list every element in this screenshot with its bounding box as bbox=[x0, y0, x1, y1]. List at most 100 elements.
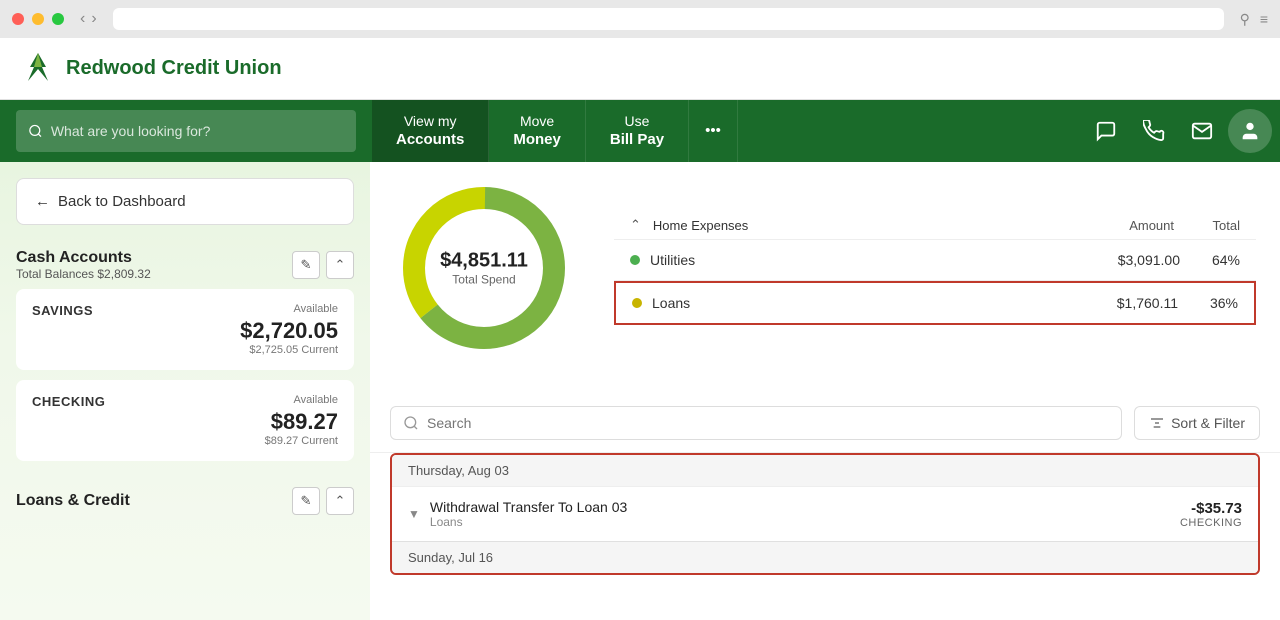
utilities-category: Utilities bbox=[650, 252, 1060, 268]
collapse-loans-btn[interactable]: ⌃ bbox=[326, 487, 354, 515]
transaction-date-1: Thursday, Aug 03 bbox=[392, 455, 1258, 486]
transaction-account-1: CHECKING bbox=[1180, 517, 1242, 529]
checking-available: Available bbox=[294, 394, 338, 406]
nav-items: View my Accounts Move Money Use Bill Pay… bbox=[372, 100, 1084, 162]
donut-amount: $4,851.11 bbox=[440, 250, 528, 273]
edit-accounts-btn[interactable]: ✎ bbox=[292, 251, 320, 279]
titlebar-icons: ⚲ ≡ bbox=[1240, 11, 1268, 28]
nav-more[interactable]: ••• bbox=[689, 100, 738, 162]
loans-dot bbox=[632, 298, 642, 308]
content-area: $4,851.11 Total Spend ⌃ Home Expenses Am… bbox=[370, 162, 1280, 620]
checking-type: CHECKING bbox=[32, 394, 105, 409]
sort-filter-label: Sort & Filter bbox=[1171, 415, 1245, 431]
search-filter-bar: Sort & Filter bbox=[370, 394, 1280, 453]
email-icon bbox=[1191, 120, 1213, 142]
back-arrow-icon: ← bbox=[35, 193, 50, 210]
transaction-date-2: Sunday, Jul 16 bbox=[392, 541, 1258, 573]
savings-current: $2,725.05 Current bbox=[240, 344, 338, 356]
phone-icon bbox=[1143, 120, 1165, 142]
chart-section: $4,851.11 Total Spend ⌃ Home Expenses Am… bbox=[370, 162, 1280, 374]
email-icon-btn[interactable] bbox=[1180, 109, 1224, 153]
transaction-amount-1: -$35.73 bbox=[1180, 500, 1242, 517]
checking-amounts-row: $89.27 $89.27 Current bbox=[32, 409, 338, 447]
checking-current: $89.27 Current bbox=[265, 435, 338, 447]
maximize-btn[interactable] bbox=[52, 13, 64, 25]
checking-row: CHECKING Available bbox=[32, 394, 338, 409]
savings-row: SAVINGS Available bbox=[32, 303, 338, 318]
profile-icon-btn[interactable] bbox=[1228, 109, 1272, 153]
nav-bill-pay[interactable]: Use Bill Pay bbox=[586, 100, 689, 162]
expand-icon[interactable]: ▼ bbox=[408, 507, 420, 521]
checking-card[interactable]: CHECKING Available $89.27 $89.27 Current bbox=[16, 380, 354, 461]
savings-available: Available bbox=[294, 303, 338, 315]
utilities-row: Utilities $3,091.00 64% bbox=[614, 240, 1256, 281]
menu-icon: ≡ bbox=[1260, 11, 1268, 28]
savings-amounts-row: $2,720.05 $2,725.05 Current bbox=[32, 318, 338, 356]
transaction-row-1[interactable]: ▼ Withdrawal Transfer To Loan 03 Loans -… bbox=[392, 486, 1258, 541]
profile-icon bbox=[1239, 120, 1261, 142]
table-group-header: ⌃ Home Expenses Amount Total bbox=[614, 211, 1256, 240]
transactions-section: Thursday, Aug 03 ▼ Withdrawal Transfer T… bbox=[390, 453, 1260, 575]
accounts-controls: ✎ ⌃ bbox=[292, 251, 354, 279]
collapse-icon[interactable]: ⌃ bbox=[630, 217, 641, 233]
donut-label: Total Spend bbox=[440, 273, 528, 287]
loans-section: Loans & Credit ✎ ⌃ bbox=[0, 479, 370, 523]
forward-nav-btn[interactable]: › bbox=[91, 10, 96, 28]
loans-category: Loans bbox=[652, 295, 1058, 311]
loans-controls: ✎ ⌃ bbox=[292, 487, 354, 515]
utilities-percent: 64% bbox=[1180, 252, 1240, 268]
group-label: Home Expenses bbox=[653, 218, 1048, 233]
sort-filter-btn[interactable]: Sort & Filter bbox=[1134, 406, 1260, 440]
search-container[interactable] bbox=[16, 110, 356, 152]
chat-icon bbox=[1095, 120, 1117, 142]
phone-icon-btn[interactable] bbox=[1132, 109, 1176, 153]
nav-arrows: ‹ › bbox=[80, 10, 97, 28]
transaction-details-1: Withdrawal Transfer To Loan 03 Loans bbox=[430, 499, 1180, 529]
expenses-table: ⌃ Home Expenses Amount Total Utilities $… bbox=[614, 211, 1256, 325]
edit-loans-btn[interactable]: ✎ bbox=[292, 487, 320, 515]
cash-accounts-section: Cash Accounts Total Balances $2,809.32 ✎… bbox=[0, 241, 370, 479]
utilities-dot bbox=[630, 255, 640, 265]
transaction-search-input[interactable] bbox=[427, 415, 1109, 431]
search-input[interactable] bbox=[51, 123, 344, 139]
accounts-title: Cash Accounts bbox=[16, 249, 151, 267]
chat-icon-btn[interactable] bbox=[1084, 109, 1128, 153]
loans-header: Loans & Credit ✎ ⌃ bbox=[16, 479, 354, 523]
checking-amount: $89.27 bbox=[265, 409, 338, 435]
transaction-name-1: Withdrawal Transfer To Loan 03 bbox=[430, 499, 1180, 515]
savings-amount: $2,720.05 bbox=[240, 318, 338, 344]
utilities-amount: $3,091.00 bbox=[1060, 252, 1180, 268]
loans-percent: 36% bbox=[1178, 295, 1238, 311]
transaction-right-1: -$35.73 CHECKING bbox=[1180, 500, 1242, 529]
site-header: Redwood Credit Union bbox=[0, 38, 1280, 100]
donut-chart: $4,851.11 Total Spend bbox=[394, 178, 574, 358]
url-bar[interactable] bbox=[113, 8, 1224, 30]
transaction-search-container[interactable] bbox=[390, 406, 1122, 440]
close-btn[interactable] bbox=[12, 13, 24, 25]
search-icon bbox=[403, 415, 419, 431]
loans-amount: $1,760.11 bbox=[1058, 295, 1178, 311]
donut-center: $4,851.11 Total Spend bbox=[440, 250, 528, 287]
savings-type: SAVINGS bbox=[32, 303, 93, 318]
loans-row[interactable]: Loans $1,760.11 36% bbox=[614, 281, 1256, 325]
sidebar: ← Back to Dashboard Cash Accounts Total … bbox=[0, 162, 370, 620]
collapse-accounts-btn[interactable]: ⌃ bbox=[326, 251, 354, 279]
savings-card[interactable]: SAVINGS Available $2,720.05 $2,725.05 Cu… bbox=[16, 289, 354, 370]
filter-icon bbox=[1149, 415, 1165, 431]
col-total-header: Total bbox=[1180, 218, 1240, 233]
nav-right-icons bbox=[1084, 100, 1280, 162]
col-amount-header: Amount bbox=[1054, 218, 1174, 233]
loans-title: Loans & Credit bbox=[16, 492, 130, 510]
back-nav-btn[interactable]: ‹ bbox=[80, 10, 85, 28]
search-icon bbox=[28, 123, 43, 139]
logo: Redwood Credit Union bbox=[20, 51, 282, 87]
back-to-dashboard-btn[interactable]: ← Back to Dashboard bbox=[16, 178, 354, 225]
nav-view-accounts[interactable]: View my Accounts bbox=[372, 100, 489, 162]
minimize-btn[interactable] bbox=[32, 13, 44, 25]
search-icon: ⚲ bbox=[1240, 11, 1250, 28]
titlebar: ‹ › ⚲ ≡ bbox=[0, 0, 1280, 38]
logo-text: Redwood Credit Union bbox=[66, 57, 282, 80]
accounts-balance: Total Balances $2,809.32 bbox=[16, 267, 151, 281]
logo-icon bbox=[20, 51, 56, 87]
nav-move-money[interactable]: Move Money bbox=[489, 100, 586, 162]
